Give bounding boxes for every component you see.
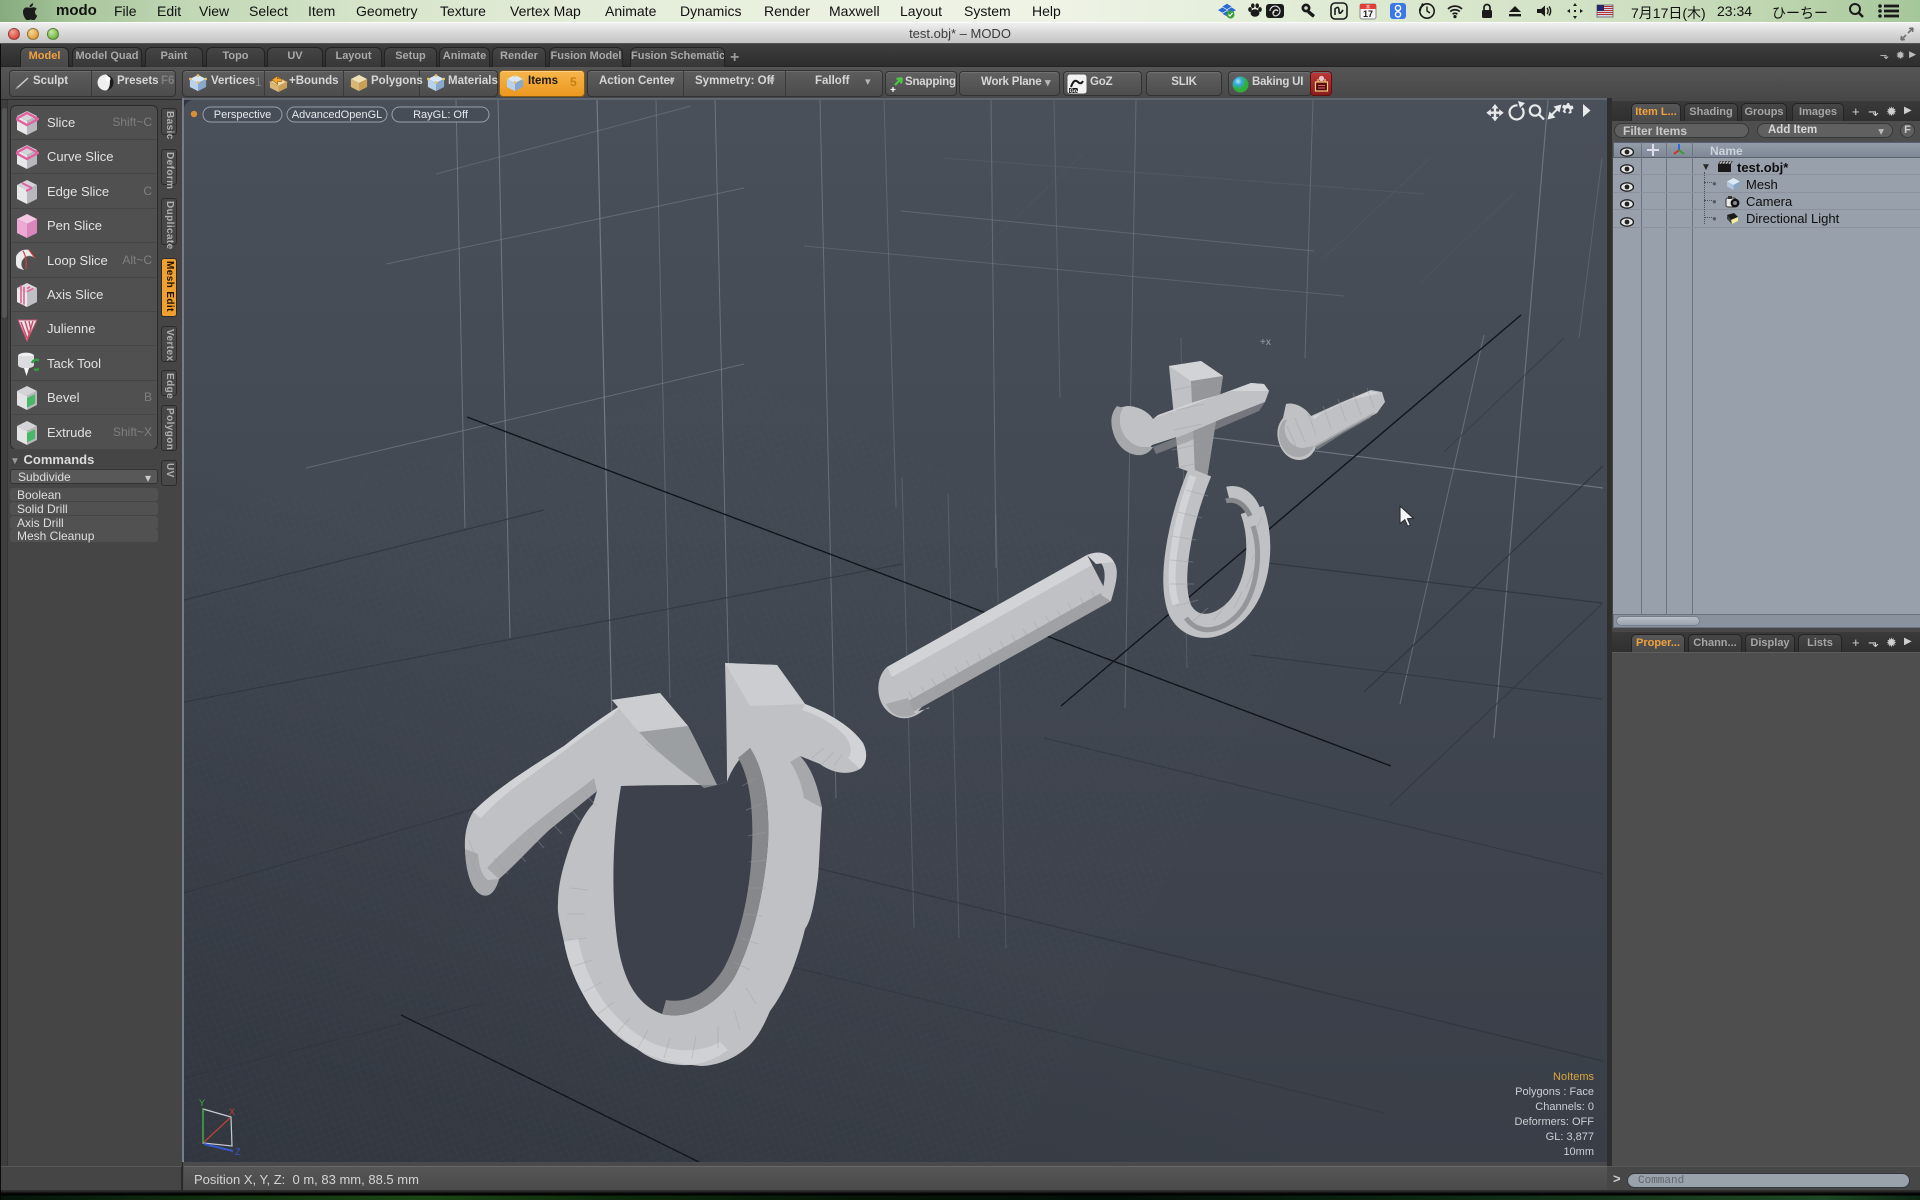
svg-text:10mm: 10mm xyxy=(1563,1146,1594,1158)
svg-text:Deformers: OFF: Deformers: OFF xyxy=(1515,1116,1595,1128)
svg-text:Y: Y xyxy=(199,1098,205,1108)
svg-text:Z: Z xyxy=(235,1147,241,1157)
svg-text:17: 17 xyxy=(1363,9,1373,19)
svg-text:Polygons : Face: Polygons : Face xyxy=(1515,1086,1594,1098)
svg-text:RayGL: Off: RayGL: Off xyxy=(413,109,469,121)
svg-text:+x: +x xyxy=(1260,337,1271,348)
svg-text:Perspective: Perspective xyxy=(214,109,271,121)
svg-text:AdvancedOpenGL: AdvancedOpenGL xyxy=(292,109,383,121)
svg-text:GoZ: GoZ xyxy=(1070,89,1081,95)
svg-text:X: X xyxy=(229,1107,235,1117)
svg-text:木: 木 xyxy=(1366,3,1371,10)
svg-text:Channels: 0: Channels: 0 xyxy=(1535,1101,1594,1113)
svg-text:GL: 3,877: GL: 3,877 xyxy=(1546,1131,1594,1143)
svg-text:NoItems: NoItems xyxy=(1553,1071,1594,1083)
